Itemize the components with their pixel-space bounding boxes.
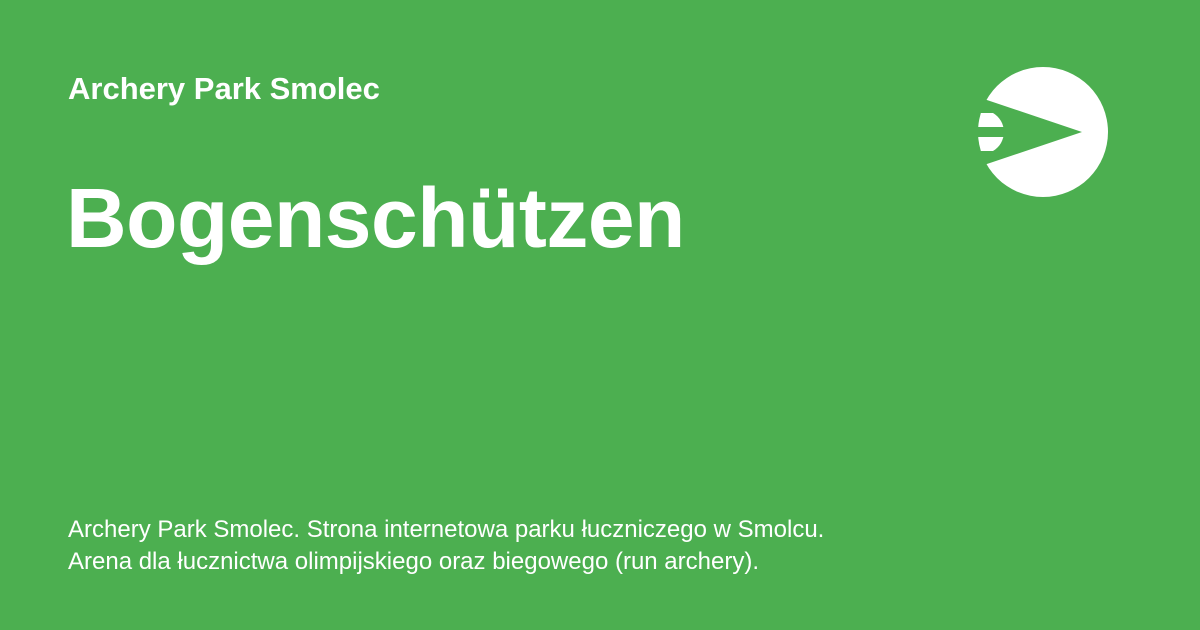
site-description: Archery Park Smolec. Strona internetowa … <box>68 514 1128 578</box>
description-line-1: Archery Park Smolec. Strona internetowa … <box>68 516 825 543</box>
description-line-2: Arena dla łucznictwa olimpijskiego oraz … <box>68 548 759 575</box>
archery-logo <box>978 67 1108 197</box>
social-preview-card: Archery Park Smolec Bogenschützen Archer… <box>0 0 1200 630</box>
arrow-target-logo-icon <box>978 67 1108 197</box>
site-name: Archery Park Smolec <box>68 71 380 106</box>
page-title: Bogenschützen <box>66 171 685 265</box>
